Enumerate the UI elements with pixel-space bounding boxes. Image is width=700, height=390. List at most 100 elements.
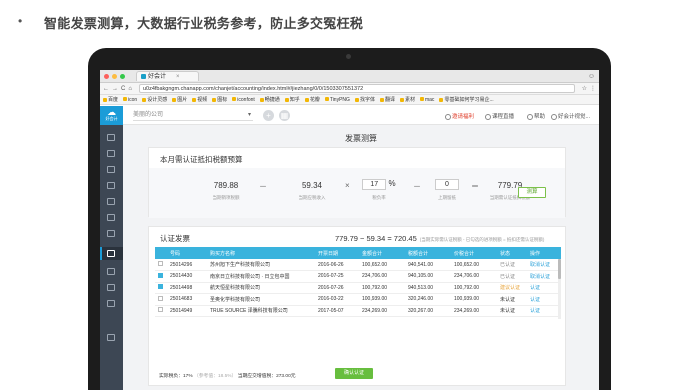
buyer-name: 苏州旭下生产科技有限公司 <box>207 259 315 271</box>
row-checkbox[interactable] <box>158 307 163 313</box>
output-tax-label: 当期销项税额 <box>212 195 240 200</box>
credit-input[interactable]: 0 <box>435 179 459 190</box>
invite-link[interactable]: 邀请福利 <box>445 112 474 120</box>
sidebar-settings-icon[interactable] <box>107 300 115 307</box>
app-sidebar: ☁ 好会计 <box>100 106 123 390</box>
app-logo-text: 好会计 <box>105 116 118 121</box>
credit-label: 上期留抵 <box>438 195 456 200</box>
url-field[interactable]: u0z4fbakgngm.chanapp.com/chanjet/account… <box>138 84 575 93</box>
browser-tabbar: 好会计 × ☺ <box>100 70 599 83</box>
account-menu[interactable]: 好会计视觉... <box>551 112 590 120</box>
company-select[interactable]: 美丽的公司 <box>133 110 253 121</box>
payable-label: 当期应交增值税： <box>237 374 277 379</box>
add-icon[interactable]: + <box>263 110 274 121</box>
sidebar-voucher-icon[interactable] <box>107 150 115 157</box>
buyer-name: 航天恒星科技有限公司 <box>207 282 315 294</box>
status-cell: 未认证 <box>497 305 527 317</box>
output-tax-value: 789.88 当期销项税额 <box>201 181 251 201</box>
invite-label: 邀请福利 <box>452 114 475 120</box>
bookmark-item[interactable]: 花瓣 <box>305 96 320 103</box>
row-checkbox[interactable] <box>158 295 163 301</box>
sidebar-cart-icon[interactable] <box>107 268 115 275</box>
close-window-icon[interactable] <box>104 73 109 79</box>
row-checkbox[interactable] <box>158 284 163 290</box>
bookmark-item[interactable]: 知乎 <box>285 96 300 103</box>
forward-icon[interactable]: → <box>112 86 118 92</box>
bookmark-item[interactable]: 图标 <box>212 96 227 103</box>
confirm-certify-button[interactable]: 确认认证 <box>335 368 373 379</box>
rate-value: 17 % 税负率 <box>354 179 404 201</box>
equals-operator: ＝ <box>471 182 479 191</box>
bookmark-item[interactable]: 找字体 <box>355 96 375 103</box>
bookmark-item[interactable]: 图片 <box>172 96 187 103</box>
reload-icon[interactable]: C <box>121 86 125 92</box>
star-icon[interactable]: ☆ <box>582 85 587 92</box>
grid-icon[interactable]: ▦ <box>279 110 290 121</box>
amount-cell: 100,792.00 <box>359 282 405 294</box>
bookmark-item[interactable]: 素材 <box>400 96 415 103</box>
formula-note: (当期实际需认证税额 - 已勾选的进项税额 = 抵扣还需认证税额) <box>419 237 545 242</box>
row-checkbox[interactable] <box>158 272 163 278</box>
action-link[interactable]: 认证 <box>527 282 561 294</box>
table-row[interactable]: 25014296 苏州旭下生产科技有限公司 2016-06-26 100,652.00… <box>155 259 561 271</box>
tax-cell: 940,513.00 <box>405 282 451 294</box>
home-icon[interactable]: ⌂ <box>128 86 132 92</box>
account-label: 好会计视觉... <box>558 114 591 120</box>
invoice-number: 25014683 <box>167 293 207 306</box>
back-icon[interactable]: ← <box>103 86 109 92</box>
budget-calculator: 789.88 当期销项税额 － 59.34 当期应税收入 × 17 % 税负率 － 0… <box>149 168 565 218</box>
minimize-window-icon[interactable] <box>112 73 117 79</box>
sidebar-asset-icon[interactable] <box>107 214 115 221</box>
bookmark-item[interactable]: iconfont <box>232 97 255 103</box>
help-icon <box>527 113 533 120</box>
favicon-icon <box>141 74 146 79</box>
certify-card: 认证发票 779.79 − 59.34 = 720.45 (当期实际需认证税额 -… <box>148 226 566 386</box>
app-logo[interactable]: ☁ 好会计 <box>100 106 123 125</box>
table-row[interactable]: 25014498 航天恒星科技有限公司 2016-07-26 100,792.00 94… <box>155 282 561 294</box>
column-header: 购买方名称 <box>207 247 315 259</box>
slide-header: • 智能发票测算，大数据行业税务参考，防止多交冤枉税 <box>0 0 700 48</box>
bookmark-item[interactable]: mac <box>420 97 434 103</box>
app-header: 美丽的公司 + ▦ 邀请福利 课程直播 帮助 好会计视觉... <box>123 106 599 125</box>
table-row[interactable]: 25014683 圣奥化学科技有限公司 2016-03-22 100,939.00 32… <box>155 293 561 306</box>
bookmark-item[interactable]: 翻译 <box>380 96 395 103</box>
maximize-window-icon[interactable] <box>120 73 125 79</box>
bookmark-item[interactable]: 视频 <box>192 96 207 103</box>
sidebar-chart-icon[interactable] <box>107 166 115 173</box>
bookmark-item[interactable]: TinyPNG <box>325 97 350 103</box>
table-header-row: 号码 购买方名称 开票日期 金额合计 税额合计 价税合计 状态 操作 <box>155 247 561 259</box>
sidebar-home-icon[interactable] <box>107 134 115 141</box>
sidebar-print-icon[interactable] <box>107 284 115 291</box>
sidebar-tax-icon[interactable] <box>107 230 115 237</box>
table-row[interactable]: 25014949 TRUE SOURCE 泽騰科技有限公司 2017-05-07 23… <box>155 305 561 317</box>
table-row[interactable]: 25014430 南京日立科技有限公司 · 日立包中国 2016-07-25 234,… <box>155 270 561 283</box>
sidebar-ledger-icon[interactable] <box>107 182 115 189</box>
table-scrollbar-thumb[interactable] <box>558 259 561 279</box>
action-link[interactable]: 认证 <box>527 293 561 306</box>
help-link[interactable]: 帮助 <box>527 112 545 120</box>
actual-rate-value: 17% <box>183 374 193 379</box>
bookmark-item[interactable]: icon <box>123 97 137 103</box>
rate-unit: % <box>388 179 396 188</box>
status-cell: 已认证 <box>497 259 527 271</box>
bookmark-item[interactable]: 百度 <box>103 96 118 103</box>
sidebar-collapse-icon[interactable] <box>107 334 115 341</box>
action-link[interactable]: 认证 <box>527 305 561 317</box>
live-course-label: 课程直播 <box>492 114 515 120</box>
calculate-button[interactable]: 测算 <box>518 187 546 198</box>
action-link[interactable]: 取消认证 <box>527 259 561 271</box>
tab-close-icon[interactable]: × <box>176 72 180 82</box>
row-checkbox[interactable] <box>158 261 163 266</box>
sidebar-report-icon[interactable] <box>107 198 115 205</box>
sidebar-invoice-icon[interactable] <box>107 250 115 257</box>
rate-input[interactable]: 17 <box>362 179 387 190</box>
bookmark-item[interactable]: 设计灵感 <box>142 96 167 103</box>
bookmark-item[interactable]: 畅捷通 <box>260 96 280 103</box>
bookmark-item[interactable]: 零基础如何学习易企... <box>439 96 493 103</box>
live-course-link[interactable]: 课程直播 <box>485 112 514 120</box>
menu-icon[interactable]: ⋮ <box>590 85 596 92</box>
action-link[interactable]: 取消认证 <box>527 270 561 283</box>
browser-tab[interactable]: 好会计 × <box>136 71 199 81</box>
profile-icon[interactable]: ☺ <box>588 73 595 80</box>
buyer-name: 圣奥化学科技有限公司 <box>207 293 315 306</box>
